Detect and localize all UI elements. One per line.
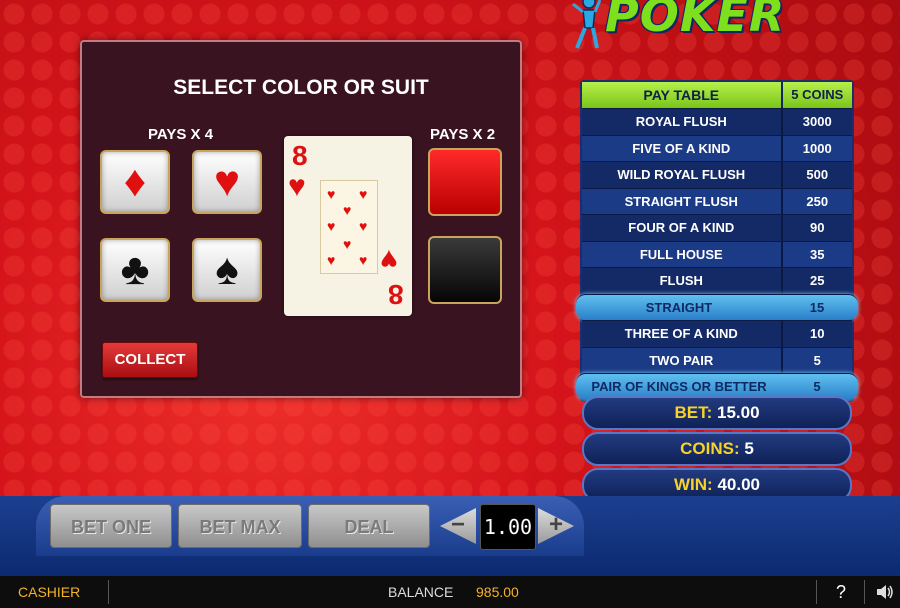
color-black-button[interactable] <box>428 236 502 304</box>
pay-table-row: STRAIGHT 15 <box>576 293 858 320</box>
heart-pip-icon: ♥ <box>343 236 352 252</box>
coins-display: COINS: 5 <box>582 432 852 466</box>
logo-text: POKER <box>605 0 786 42</box>
pay-table-header: PAY TABLE 5 COINS <box>582 82 852 108</box>
gamble-panel: SELECT COLOR OR SUIT PAYS X 4 PAYS X 2 ♦… <box>80 40 522 398</box>
heart-pip-icon: ♥ <box>327 218 336 234</box>
joker-figure-icon <box>572 0 601 49</box>
pay-table-row: TWO PAIR 5 <box>582 346 852 373</box>
card-rank-bottom: 8 <box>388 279 404 310</box>
hand-name: FIVE OF A KIND <box>632 140 731 156</box>
hand-payout: 250 <box>780 188 852 214</box>
hand-payout: 90 <box>780 215 852 241</box>
bet-value: 15.00 <box>716 403 760 422</box>
club-icon: ♣ <box>120 245 150 294</box>
pay-table-row: FOUR OF A KIND 90 <box>582 214 852 241</box>
hand-payout: 500 <box>780 162 852 188</box>
speaker-icon[interactable] <box>876 584 894 600</box>
pay-table-row: STRAIGHT FLUSH 250 <box>582 187 852 214</box>
hand-name: WILD ROYAL FLUSH <box>617 167 746 182</box>
separator <box>816 580 817 604</box>
heart-pip-icon: ♥ <box>327 252 336 268</box>
suit-heart-button[interactable]: ♥ <box>192 150 262 214</box>
pay-table-rows: ROYAL FLUSH 3000 FIVE OF A KIND 1000 WILD RO… <box>576 108 858 400</box>
pay-table-row: THREE OF A KIND 10 <box>582 320 852 347</box>
separator <box>864 580 865 604</box>
balance-value: 985.00 <box>476 584 519 600</box>
gamble-title: SELECT COLOR OR SUIT <box>173 76 429 99</box>
win-label: WIN: <box>674 475 713 494</box>
balance-label: BALANCE <box>388 584 454 600</box>
hand-name: STRAIGHT <box>645 299 713 315</box>
status-bar: CASHIER BALANCE 985.00 ? <box>0 576 900 608</box>
card-suit-bottom: ♥ <box>380 243 398 276</box>
heart-pip-icon: ♥ <box>359 218 368 234</box>
pays-suit-label: PAYS X 4 <box>148 126 214 143</box>
pay-table-coins: 5 COINS <box>780 82 852 108</box>
pay-table-row: FIVE OF A KIND 1000 <box>582 134 852 161</box>
hand-payout: 10 <box>780 321 852 347</box>
deal-button[interactable]: DEAL <box>308 504 430 548</box>
diamond-icon: ♦ <box>123 157 147 206</box>
pay-table: PAY TABLE 5 COINS ROYAL FLUSH 3000 FIVE OF… <box>576 80 858 402</box>
hand-payout: 25 <box>780 268 852 294</box>
hand-name: FLUSH <box>659 273 703 288</box>
collect-button[interactable]: COLLECT <box>102 342 198 378</box>
suit-spade-button[interactable]: ♠ <box>192 238 262 302</box>
game-logo: POKER <box>565 0 865 58</box>
bet-display: BET: 15.00 <box>582 396 852 430</box>
gamble-card: 8 ♥ ♥ ♥ ♥ ♥ ♥ ♥ ♥ ♥ ♥ 8 <box>284 136 412 316</box>
pay-table-row: WILD ROYAL FLUSH 500 <box>582 161 852 188</box>
suit-club-button[interactable]: ♣ <box>100 238 170 302</box>
pay-table-title: PAY TABLE <box>582 82 781 108</box>
hand-name: FOUR OF A KIND <box>628 220 735 235</box>
hand-payout: 3000 <box>780 109 852 135</box>
hand-name: STRAIGHT FLUSH <box>624 193 738 209</box>
heart-pip-icon: ♥ <box>327 186 336 202</box>
heart-pip-icon: ♥ <box>343 202 352 218</box>
bet-max-button[interactable]: BET MAX <box>178 504 302 548</box>
coins-label: COINS: <box>680 439 740 458</box>
heart-icon: ♥ <box>213 157 241 206</box>
suit-diamond-button[interactable]: ♦ <box>100 150 170 214</box>
heart-pip-icon: ♥ <box>359 252 368 268</box>
pay-table-row: FULL HOUSE 35 <box>582 240 852 267</box>
heart-pip-icon: ♥ <box>359 186 368 202</box>
hand-name: TWO PAIR <box>649 352 714 368</box>
cashier-link[interactable]: CASHIER <box>18 576 80 608</box>
hand-payout: 15 <box>809 299 825 315</box>
card-pips: ♥ ♥ ♥ ♥ ♥ ♥ ♥ ♥ <box>320 180 378 274</box>
pay-table-row: FLUSH 25 <box>582 267 852 294</box>
denomination-display: 1.00 <box>480 504 536 550</box>
help-button[interactable]: ? <box>836 576 846 608</box>
hand-payout: 35 <box>780 241 852 267</box>
pay-table-row: ROYAL FLUSH 3000 <box>582 108 852 135</box>
hand-name: FULL HOUSE <box>639 246 723 262</box>
spade-icon: ♠ <box>215 245 239 294</box>
card-rank-top: 8 <box>292 140 308 171</box>
hand-payout: 5 <box>780 347 852 373</box>
bet-one-button[interactable]: BET ONE <box>50 504 172 548</box>
hand-name: ROYAL FLUSH <box>635 114 727 129</box>
bet-label: BET: <box>674 403 713 422</box>
card-suit-top: ♥ <box>288 170 306 203</box>
color-red-button[interactable] <box>428 148 502 216</box>
win-value: 40.00 <box>717 475 760 494</box>
hand-payout: 1000 <box>780 135 852 161</box>
separator <box>108 580 109 604</box>
coins-value: 5 <box>744 439 754 458</box>
pays-color-label: PAYS X 2 <box>430 126 496 143</box>
hand-name: THREE OF A KIND <box>624 326 738 341</box>
